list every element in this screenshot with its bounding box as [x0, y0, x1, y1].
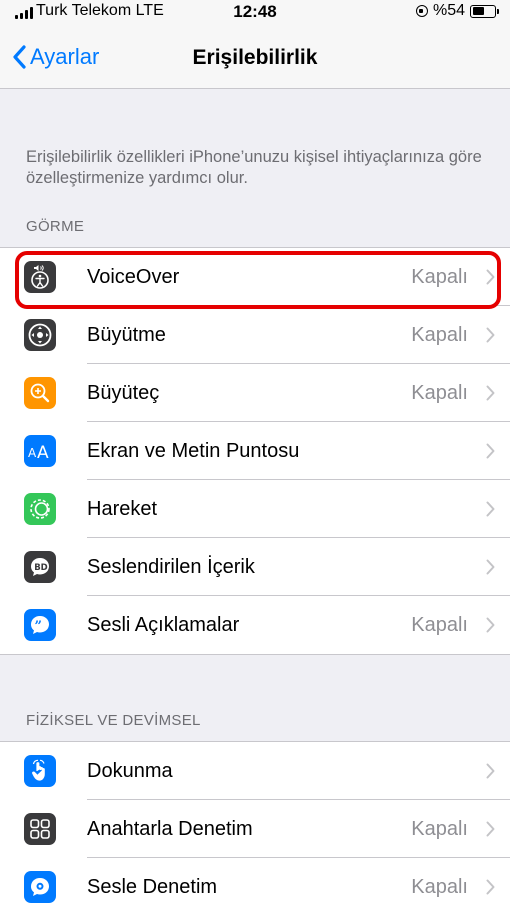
touch-icon	[24, 755, 56, 787]
text-size-icon: A A	[24, 435, 56, 467]
row-voiceover[interactable]: VoiceOver Kapalı	[0, 248, 510, 306]
row-voice-control[interactable]: Sesle Denetim Kapalı	[0, 858, 510, 913]
screen: Turk Telekom LTE 12:48 %54 Ayarlar Erişi…	[0, 0, 510, 913]
status-bar: Turk Telekom LTE 12:48 %54	[0, 0, 510, 26]
voiceover-icon	[24, 261, 56, 293]
motion-icon	[24, 493, 56, 525]
zoom-icon	[24, 319, 56, 351]
chevron-right-icon	[486, 327, 495, 343]
svg-text:”: ”	[35, 619, 42, 634]
chevron-right-icon	[486, 269, 495, 285]
chevron-right-icon	[486, 501, 495, 517]
row-spoken-content[interactable]: BD Seslendirilen İçerik	[0, 538, 510, 596]
row-value: Kapalı	[411, 265, 468, 288]
row-display-text-size[interactable]: A A Ekran ve Metin Puntosu	[0, 422, 510, 480]
row-label: Anahtarla Denetim	[87, 817, 253, 840]
voice-control-icon	[24, 871, 56, 903]
svg-text:BD: BD	[34, 563, 48, 573]
row-label: Hareket	[87, 497, 158, 520]
navigation-bar: Ayarlar Erişilebilirlik	[0, 26, 510, 89]
section-header-vision: GÖRME	[26, 218, 85, 235]
rotation-lock-icon	[415, 5, 428, 17]
row-label: Sesli Açıklamalar	[87, 613, 240, 636]
chevron-right-icon	[486, 763, 495, 779]
chevron-right-icon	[486, 385, 495, 401]
section-header-physical-motor: FİZİKSEL VE DEVİMSEL	[26, 712, 201, 729]
row-zoom[interactable]: Büyütme Kapalı	[0, 306, 510, 364]
row-switch-control[interactable]: Anahtarla Denetim Kapalı	[0, 800, 510, 858]
row-label: Dokunma	[87, 759, 173, 782]
battery-percent: %54	[432, 2, 465, 19]
magnifier-icon	[24, 377, 56, 409]
description-text: Erişilebilirlik özellikleri iPhone’unuzu…	[26, 148, 482, 187]
row-audio-descriptions[interactable]: ” Sesli Açıklamalar Kapalı	[0, 596, 510, 654]
row-label: Büyüteç	[87, 381, 160, 404]
battery-icon	[470, 4, 499, 18]
chevron-right-icon	[486, 617, 495, 633]
row-label: Büyütme	[87, 323, 166, 346]
row-value: Kapalı	[411, 817, 468, 840]
row-label: Sesle Denetim	[87, 875, 218, 898]
row-label: Seslendirilen İçerik	[87, 555, 255, 578]
row-motion[interactable]: Hareket	[0, 480, 510, 538]
row-label: Ekran ve Metin Puntosu	[87, 439, 300, 462]
chevron-right-icon	[486, 443, 495, 459]
chevron-right-icon	[486, 559, 495, 575]
physical-motor-settings-group: Dokunma Anahtarla Denetim Kapalı Sesle D…	[0, 741, 510, 913]
spoken-content-icon: BD	[24, 551, 56, 583]
switch-control-icon	[24, 813, 56, 845]
row-value: Kapalı	[411, 613, 468, 636]
row-value: Kapalı	[411, 875, 468, 898]
audio-descriptions-icon: ”	[24, 609, 56, 641]
svg-text:A: A	[37, 443, 49, 461]
chevron-right-icon	[486, 821, 495, 837]
row-value: Kapalı	[411, 323, 468, 346]
chevron-right-icon	[486, 879, 495, 895]
row-touch[interactable]: Dokunma	[0, 742, 510, 800]
row-magnifier[interactable]: Büyüteç Kapalı	[0, 364, 510, 422]
vision-settings-group: VoiceOver Kapalı Büyütme Kapalı Büyüteç …	[0, 247, 510, 655]
page-title: Erişilebilirlik	[192, 46, 318, 69]
svg-text:A: A	[28, 446, 37, 460]
row-value: Kapalı	[411, 381, 468, 404]
row-label: VoiceOver	[87, 265, 180, 288]
